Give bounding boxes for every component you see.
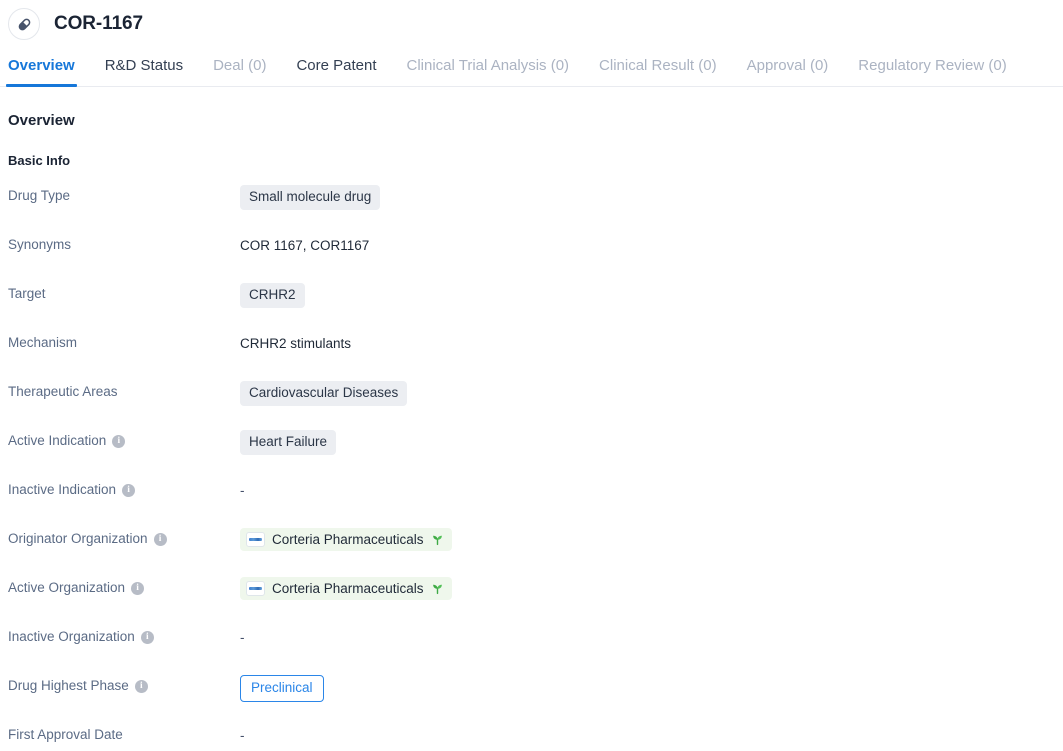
sprout-icon[interactable] <box>431 533 444 546</box>
organization-name: Corteria Pharmaceuticals <box>272 532 424 547</box>
field-label-text: Drug Type <box>8 188 71 203</box>
sprout-icon[interactable] <box>431 582 444 595</box>
corteria-logo-icon <box>246 532 265 547</box>
subsection-title-basic-info: Basic Info <box>8 153 71 168</box>
first-approval-date-text: - <box>240 727 245 743</box>
field-label-text: Target <box>8 286 46 301</box>
info-icon[interactable]: i <box>131 581 145 595</box>
field-value-active-indication: Heart Failure <box>240 429 1055 455</box>
field-label-text: Originator Organization <box>8 531 148 546</box>
page-title: COR-1167 <box>54 13 143 34</box>
field-label-drug-type: Drug Type <box>8 184 240 204</box>
info-icon[interactable]: i <box>112 434 126 448</box>
field-label-active-indication: Active Indication i <box>8 429 240 449</box>
field-label-text: First Approval Date <box>8 727 123 742</box>
synonyms-text: COR 1167, COR1167 <box>240 237 370 253</box>
page-header: COR-1167 <box>0 0 1063 40</box>
field-value-synonyms: COR 1167, COR1167 <box>240 233 1055 257</box>
pill-icon <box>8 8 40 40</box>
field-row-therapeutic-areas: Therapeutic Areas Cardiovascular Disease… <box>8 380 1055 429</box>
field-label-text: Synonyms <box>8 237 72 252</box>
tab-overview[interactable]: Overview <box>6 57 77 87</box>
tab-rd-status[interactable]: R&D Status <box>105 57 183 86</box>
field-value-mechanism: CRHR2 stimulants <box>240 331 1055 355</box>
inactive-organization-text: - <box>240 629 245 645</box>
field-value-first-approval-date: - <box>240 723 1055 747</box>
info-icon[interactable]: i <box>122 483 136 497</box>
tab-clinical-result[interactable]: Clinical Result (0) <box>599 57 717 86</box>
field-label-text: Inactive Organization <box>8 629 135 644</box>
info-icon[interactable]: i <box>134 679 148 693</box>
field-row-first-approval-date: First Approval Date - <box>8 723 1055 751</box>
field-row-inactive-organization: Inactive Organization i - <box>8 625 1055 674</box>
field-label-inactive-organization: Inactive Organization i <box>8 625 240 645</box>
field-label-text: Therapeutic Areas <box>8 384 118 399</box>
originator-organization-chip[interactable]: Corteria Pharmaceuticals <box>240 528 452 551</box>
corteria-logo-icon <box>246 581 265 596</box>
active-indication-chip[interactable]: Heart Failure <box>240 430 337 455</box>
field-value-active-organization: Corteria Pharmaceuticals <box>240 576 1055 600</box>
field-value-drug-type: Small molecule drug <box>240 184 1055 210</box>
basic-info-field-list: Drug Type Small molecule drug Synonyms C… <box>8 184 1055 751</box>
field-label-text: Drug Highest Phase <box>8 678 129 693</box>
field-value-drug-highest-phase: Preclinical <box>240 674 1055 702</box>
field-label-target: Target <box>8 282 240 302</box>
field-value-originator-organization: Corteria Pharmaceuticals <box>240 527 1055 551</box>
field-label-first-approval-date: First Approval Date <box>8 723 240 743</box>
drug-highest-phase-button[interactable]: Preclinical <box>240 675 324 702</box>
overview-content: Overview Basic Info Drug Type Small mole… <box>0 112 1063 751</box>
field-label-synonyms: Synonyms <box>8 233 240 253</box>
field-label-therapeutic-areas: Therapeutic Areas <box>8 380 240 400</box>
field-label-text: Inactive Indication <box>8 482 117 497</box>
mechanism-text: CRHR2 stimulants <box>240 335 352 351</box>
field-row-synonyms: Synonyms COR 1167, COR1167 <box>8 233 1055 282</box>
field-label-mechanism: Mechanism <box>8 331 240 351</box>
field-row-drug-highest-phase: Drug Highest Phase i Preclinical <box>8 674 1055 723</box>
tab-deal[interactable]: Deal (0) <box>213 57 266 86</box>
field-label-text: Active Organization <box>8 580 126 595</box>
tab-core-patent[interactable]: Core Patent <box>296 57 376 86</box>
organization-name: Corteria Pharmaceuticals <box>272 581 424 596</box>
field-row-active-indication: Active Indication i Heart Failure <box>8 429 1055 478</box>
info-icon[interactable]: i <box>153 532 167 546</box>
tab-clinical-trial-analysis[interactable]: Clinical Trial Analysis (0) <box>407 57 570 86</box>
field-row-target: Target CRHR2 <box>8 282 1055 331</box>
field-label-originator-organization: Originator Organization i <box>8 527 240 547</box>
field-value-inactive-organization: - <box>240 625 1055 649</box>
field-label-drug-highest-phase: Drug Highest Phase i <box>8 674 240 694</box>
field-row-originator-organization: Originator Organization i Corteria Pharm… <box>8 527 1055 576</box>
field-value-inactive-indication: - <box>240 478 1055 502</box>
field-row-inactive-indication: Inactive Indication i - <box>8 478 1055 527</box>
field-row-active-organization: Active Organization i Corteria Pharmaceu… <box>8 576 1055 625</box>
field-label-text: Active Indication <box>8 433 107 448</box>
tab-bar: Overview R&D Status Deal (0) Core Patent… <box>0 47 1063 87</box>
section-title-overview: Overview <box>8 112 75 129</box>
info-icon[interactable]: i <box>140 630 154 644</box>
tab-approval[interactable]: Approval (0) <box>747 57 829 86</box>
field-label-active-organization: Active Organization i <box>8 576 240 596</box>
target-chip[interactable]: CRHR2 <box>240 283 305 308</box>
field-value-therapeutic-areas: Cardiovascular Diseases <box>240 380 1055 406</box>
field-label-inactive-indication: Inactive Indication i <box>8 478 240 498</box>
field-row-drug-type: Drug Type Small molecule drug <box>8 184 1055 233</box>
field-label-text: Mechanism <box>8 335 78 350</box>
field-row-mechanism: Mechanism CRHR2 stimulants <box>8 331 1055 380</box>
therapeutic-areas-chip[interactable]: Cardiovascular Diseases <box>240 381 408 406</box>
tab-regulatory-review[interactable]: Regulatory Review (0) <box>858 57 1006 86</box>
active-organization-chip[interactable]: Corteria Pharmaceuticals <box>240 577 452 600</box>
drug-overview-page: COR-1167 Overview R&D Status Deal (0) Co… <box>0 0 1063 751</box>
inactive-indication-text: - <box>240 482 245 498</box>
field-value-target: CRHR2 <box>240 282 1055 308</box>
drug-type-chip[interactable]: Small molecule drug <box>240 185 381 210</box>
